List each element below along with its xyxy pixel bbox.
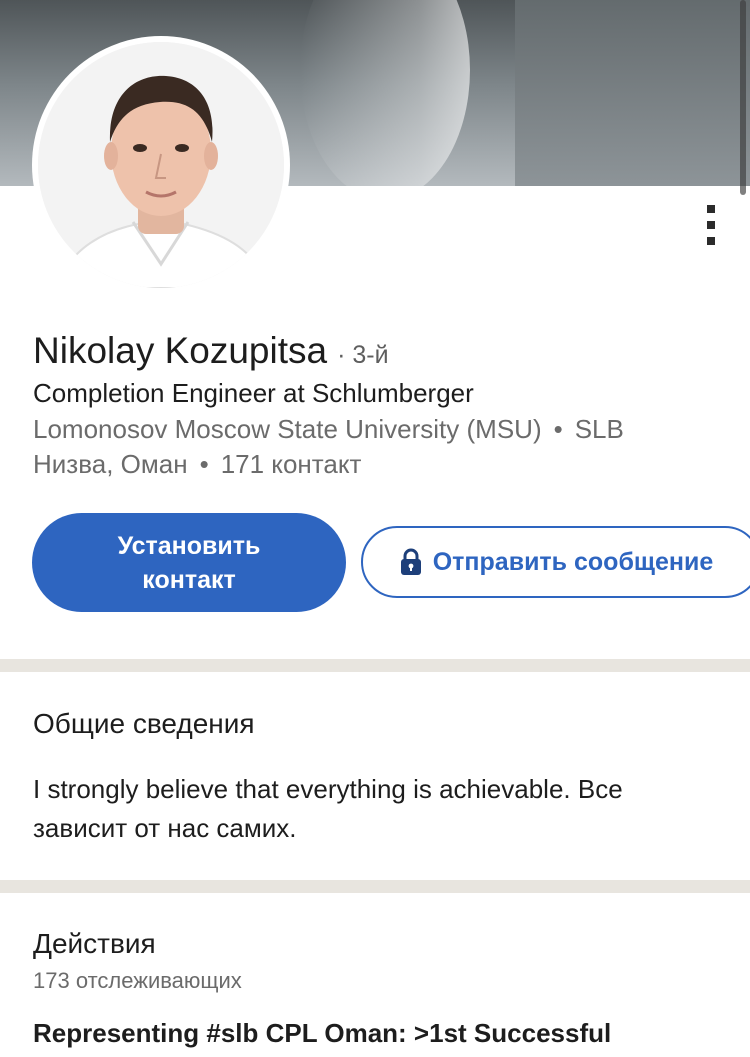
degree-value: 3-й	[352, 341, 389, 369]
section-divider	[0, 659, 750, 672]
connections-count[interactable]: 171 контакт	[221, 449, 362, 479]
cover-window-decoration	[515, 0, 750, 186]
profile-name: Nikolay Kozupitsa	[33, 330, 328, 371]
education-name[interactable]: Lomonosov Moscow State University (MSU)	[33, 414, 542, 444]
more-vertical-icon-dot	[707, 221, 715, 229]
more-options-button[interactable]	[696, 200, 726, 250]
message-button-label: Отправить сообщение	[432, 548, 714, 576]
location-connections-line: Низва, Оман • 171 контакт	[33, 449, 361, 480]
education-company-line: Lomonosov Moscow State University (MSU) •…	[33, 414, 624, 445]
bullet-separator: •	[553, 414, 563, 444]
about-section-title: Общие сведения	[33, 708, 255, 739]
connection-degree: · 3-й	[337, 341, 388, 370]
avatar-photo	[38, 42, 284, 288]
activity-section-title: Действия	[33, 928, 156, 959]
activity-post-preview[interactable]: Representing #slb CPL Oman: >1st Success…	[33, 1018, 611, 1049]
location: Низва, Оман	[33, 449, 188, 479]
avatar[interactable]	[32, 36, 290, 294]
name-row: Nikolay Kozupitsa · 3-й	[33, 330, 389, 372]
company-name[interactable]: SLB	[575, 414, 624, 444]
message-button[interactable]: Отправить сообщение	[361, 526, 750, 598]
cover-arc-decoration	[300, 0, 470, 186]
profile-headline: Completion Engineer at Schlumberger	[33, 378, 474, 408]
degree-separator: ·	[337, 341, 346, 369]
about-section-text: I strongly believe that everything is ac…	[33, 774, 623, 843]
lock-icon	[401, 548, 421, 575]
connect-button[interactable]: Установить контакт	[32, 513, 346, 612]
followers-count[interactable]: 173 отслеживающих	[33, 968, 242, 994]
more-vertical-icon-dot	[707, 237, 715, 245]
scrollbar[interactable]	[740, 0, 746, 195]
bullet-separator: •	[199, 449, 209, 479]
more-vertical-icon	[707, 205, 715, 213]
section-divider	[0, 880, 750, 893]
